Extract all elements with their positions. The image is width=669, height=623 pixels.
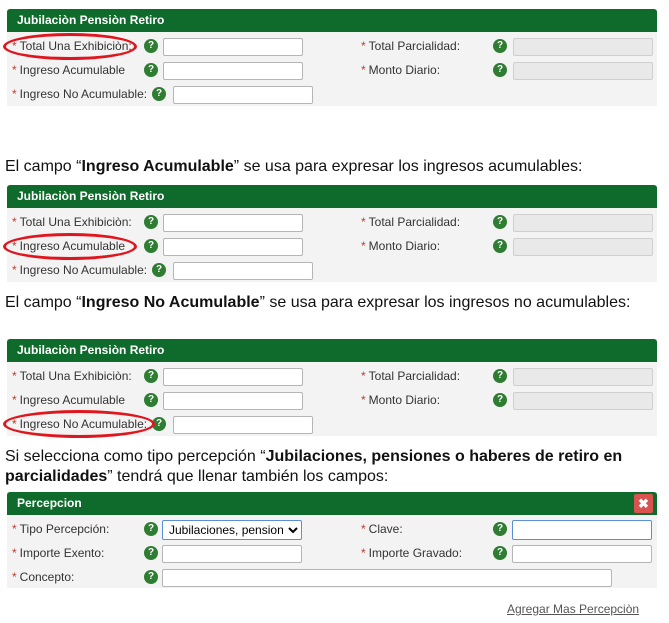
tipo-percepcion-label: * Tipo Percepción: — [12, 522, 110, 536]
clave-input[interactable] — [512, 520, 652, 540]
panel-title: Jubilaciòn Pensiòn Retiro — [7, 185, 657, 208]
total-una-exhibicion-input[interactable] — [163, 38, 303, 56]
help-icon[interactable]: ? — [144, 393, 158, 407]
monto-diario-input — [513, 392, 653, 410]
ingreso-acumulable-label: * Ingreso Acumulable — [12, 393, 126, 407]
panel-title: Jubilaciòn Pensiòn Retiro — [7, 9, 657, 32]
help-icon[interactable]: ? — [152, 263, 166, 277]
help-icon[interactable]: ? — [493, 63, 507, 77]
agregar-percepcion-link[interactable]: Agregar Mas Percepciòn — [507, 602, 639, 616]
panel-title: Jubilaciòn Pensiòn Retiro — [7, 339, 657, 362]
concepto-input[interactable] — [162, 569, 612, 587]
help-icon[interactable]: ? — [144, 522, 158, 536]
jubilacion-panel-2: Jubilaciòn Pensiòn Retiro * Total Una Exh… — [7, 185, 657, 282]
monto-diario-label: * Monto Diario: — [361, 239, 441, 253]
help-icon[interactable]: ? — [493, 369, 507, 383]
help-icon[interactable]: ? — [144, 215, 158, 229]
clave-label: * Clave: — [361, 522, 403, 536]
highlight-ellipse — [3, 410, 155, 438]
explanation-paragraph: Si selecciona como tipo percepción “Jubi… — [5, 448, 623, 485]
importe-exento-input[interactable] — [162, 545, 302, 563]
help-icon[interactable]: ? — [144, 63, 158, 77]
ingreso-no-acumulable-label: * Ingreso No Acumulable: — [12, 87, 148, 101]
monto-diario-input — [513, 62, 653, 80]
help-icon[interactable]: ? — [493, 393, 507, 407]
help-icon[interactable]: ? — [493, 215, 507, 229]
ingreso-no-acumulable-label: * Ingreso No Acumulable: — [12, 263, 148, 277]
importe-gravado-label: * Importe Gravado: — [361, 546, 463, 560]
help-icon[interactable]: ? — [493, 239, 507, 253]
help-icon[interactable]: ? — [144, 369, 158, 383]
monto-diario-input — [513, 238, 653, 256]
total-parcialidad-label: * Total Parcialidad: — [361, 369, 461, 383]
close-icon[interactable]: ✖ — [634, 494, 653, 513]
ingreso-acumulable-input[interactable] — [163, 238, 303, 256]
highlight-ellipse — [3, 33, 137, 60]
total-una-exhibicion-label: * Total Una Exhibiciòn: — [12, 369, 132, 383]
explanation-paragraph: El campo “Ingreso No Acumulable” se usa … — [5, 294, 631, 311]
total-una-exhibicion-input[interactable] — [163, 368, 303, 386]
ingreso-acumulable-input[interactable] — [163, 392, 303, 410]
total-parcialidad-label: * Total Parcialidad: — [361, 39, 461, 53]
ingreso-acumulable-input[interactable] — [163, 62, 303, 80]
ingreso-no-acumulable-input[interactable] — [173, 262, 313, 280]
monto-diario-label: * Monto Diario: — [361, 63, 441, 77]
importe-gravado-input[interactable] — [512, 545, 652, 563]
total-parcialidad-input — [513, 214, 653, 232]
help-icon[interactable]: ? — [152, 87, 166, 101]
ingreso-no-acumulable-input[interactable] — [173, 416, 313, 434]
help-icon[interactable]: ? — [493, 39, 507, 53]
explanation-paragraph: El campo “Ingreso Acumulable” se usa par… — [5, 158, 583, 175]
concepto-label: * Concepto: — [12, 570, 75, 584]
total-parcialidad-input — [513, 368, 653, 386]
monto-diario-label: * Monto Diario: — [361, 393, 441, 407]
total-parcialidad-label: * Total Parcialidad: — [361, 215, 461, 229]
help-icon[interactable]: ? — [144, 546, 158, 560]
help-icon[interactable]: ? — [144, 39, 158, 53]
tipo-percepcion-select[interactable]: Jubilaciones, pensiones — [162, 520, 302, 540]
ingreso-acumulable-label: * Ingreso Acumulable — [12, 63, 126, 77]
help-icon[interactable]: ? — [493, 546, 507, 560]
highlight-ellipse — [3, 233, 137, 260]
ingreso-no-acumulable-input[interactable] — [173, 86, 313, 104]
panel-title: Percepcion — [7, 492, 657, 515]
percepcion-panel: Percepcion ✖ * Tipo Percepción: ? Jubilac… — [7, 492, 657, 588]
total-una-exhibicion-input[interactable] — [163, 214, 303, 232]
help-icon[interactable]: ? — [144, 570, 158, 584]
help-icon[interactable]: ? — [144, 239, 158, 253]
total-parcialidad-input — [513, 38, 653, 56]
total-una-exhibicion-label: * Total Una Exhibiciòn: — [12, 215, 132, 229]
importe-exento-label: * Importe Exento: — [12, 546, 105, 560]
help-icon[interactable]: ? — [493, 522, 507, 536]
